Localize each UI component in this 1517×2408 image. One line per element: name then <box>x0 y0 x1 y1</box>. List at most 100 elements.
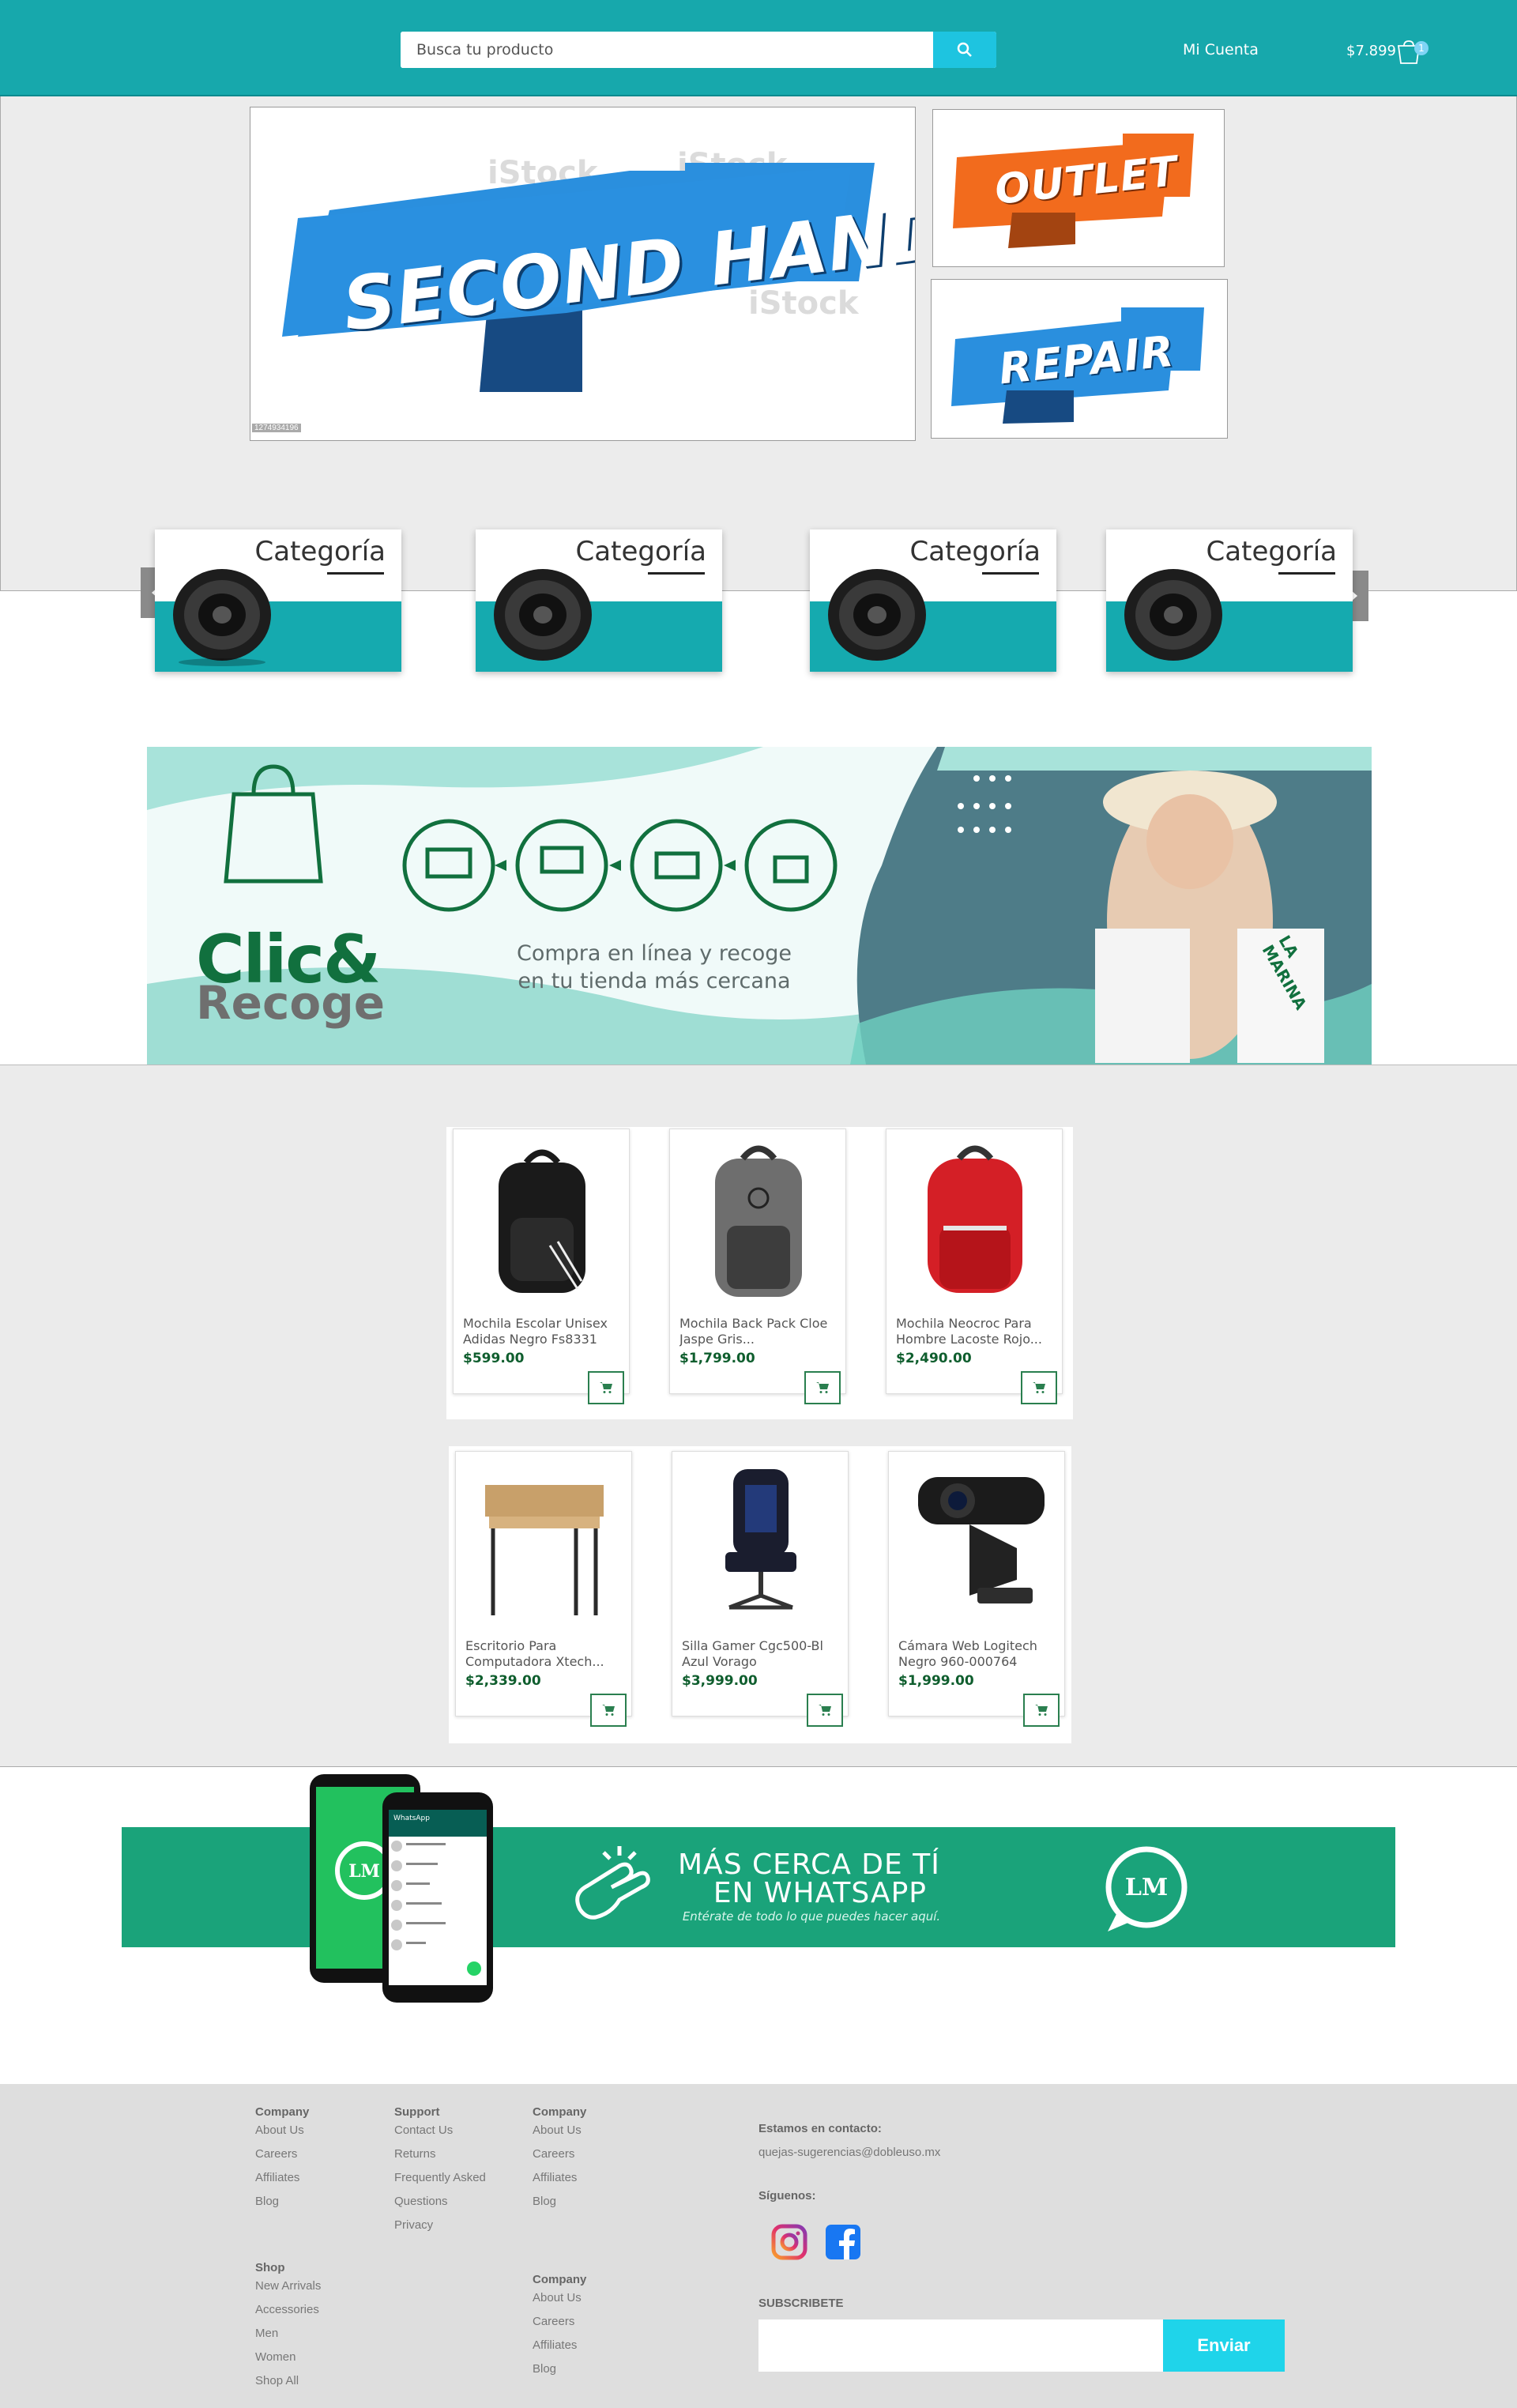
category-label: Categoría <box>909 536 1041 567</box>
subscribe-button[interactable]: Enviar <box>1163 2319 1285 2372</box>
product-card[interactable]: Mochila Neocroc Para Hombre Lacoste Rojo… <box>886 1129 1063 1404</box>
whatsapp-lm-logo-icon: LM <box>1105 1846 1188 1931</box>
product-card[interactable]: Mochila Back Pack Cloe Jaspe Gris... $1,… <box>669 1129 846 1404</box>
whatsapp-title-line2: EN WHATSAPP <box>713 1877 927 1909</box>
add-to-cart-button[interactable] <box>1021 1371 1057 1404</box>
whatsapp-app-title: WhatsApp <box>393 1814 430 1822</box>
add-to-cart-button[interactable] <box>588 1371 624 1404</box>
product-name: Cámara Web Logitech Negro 960-000764 <box>898 1638 1037 1669</box>
footer-link[interactable]: Careers <box>533 2142 586 2166</box>
category-card[interactable]: Categoría <box>155 529 401 672</box>
category-card[interactable]: Categoría <box>1106 529 1353 672</box>
product-price: $1,999.00 <box>898 1673 974 1689</box>
lm-logo-text: LM <box>348 1861 380 1882</box>
facebook-icon[interactable] <box>825 2224 861 2260</box>
category-card[interactable]: Categoría <box>810 529 1056 672</box>
footer-link[interactable]: Affiliates <box>533 2166 586 2190</box>
whatsapp-subtitle: Entérate de todo lo que puedes hacer aqu… <box>682 1909 941 1924</box>
backpack-image <box>928 1145 1022 1293</box>
speaker-image <box>1124 569 1222 661</box>
category-card[interactable]: Categoría <box>476 529 722 672</box>
subscribe-heading: SUBSCRIBETE <box>758 2297 844 2310</box>
footer-heading: Company <box>533 2273 587 2286</box>
outlet-banner[interactable]: OUTLET <box>932 109 1225 267</box>
chat-list-image <box>391 1841 481 1976</box>
product-price: $3,999.00 <box>682 1673 758 1689</box>
footer-link[interactable]: Affiliates <box>255 2166 309 2190</box>
second-hand-banner[interactable]: iStock iStock iStock SECOND HAND 1274934… <box>250 107 916 441</box>
account-link[interactable]: Mi Cuenta <box>1183 41 1259 58</box>
search-icon <box>957 42 972 57</box>
stock-id: 1274934196 <box>252 424 301 432</box>
footer-link[interactable]: Accessories <box>255 2298 321 2322</box>
gaming-chair-image <box>725 1469 796 1610</box>
add-to-cart-button[interactable] <box>804 1371 841 1404</box>
product-name: Escritorio Para Computadora Xtech... <box>465 1638 604 1669</box>
search-bar <box>401 32 996 68</box>
category-underline <box>982 572 1039 575</box>
whatsapp-title-line1: MÁS CERCA DE TÍ <box>678 1848 940 1881</box>
product-name: Mochila Neocroc Para Hombre Lacoste Rojo… <box>896 1316 1042 1347</box>
backpack-image <box>499 1149 585 1293</box>
footer-link[interactable]: About Us <box>533 2119 586 2142</box>
phone-front-screen: WhatsApp <box>389 1810 487 1985</box>
footer-link[interactable]: Questions <box>394 2190 486 2214</box>
backpack-image <box>715 1145 802 1297</box>
product-card[interactable]: Escritorio Para Computadora Xtech... $2,… <box>455 1451 632 1727</box>
footer-link[interactable]: About Us <box>533 2286 586 2310</box>
product-price: $2,490.00 <box>896 1351 972 1366</box>
category-underline <box>327 572 384 575</box>
footer-col-shop: Shop New Arrivals Accessories Men Women … <box>255 2261 321 2393</box>
phone-front: WhatsApp <box>382 1792 493 2003</box>
cart-icon <box>602 1705 615 1716</box>
footer-link[interactable]: New Arrivals <box>255 2274 321 2298</box>
footer-heading: Shop <box>255 2261 285 2274</box>
footer-link[interactable]: About Us <box>255 2119 309 2142</box>
product-card[interactable]: Silla Gamer Cgc500-Bl Azul Vorago $3,999… <box>672 1451 849 1727</box>
cart-icon <box>600 1382 612 1393</box>
footer-link[interactable]: Blog <box>533 2357 586 2381</box>
category-label: Categoría <box>1206 536 1337 567</box>
footer-link[interactable]: Frequently Asked <box>394 2166 486 2190</box>
repair-banner[interactable]: REPAIR <box>931 279 1228 439</box>
recoge-brand-text: Recoge <box>196 976 386 1030</box>
tagline-line2: en tu tienda más cercana <box>518 969 791 993</box>
follow-heading: Síguenos: <box>758 2189 816 2203</box>
footer-link[interactable]: Blog <box>533 2190 586 2214</box>
cart-icon <box>819 1705 831 1716</box>
product-name: Mochila Back Pack Cloe Jaspe Gris... <box>679 1316 828 1347</box>
search-button[interactable] <box>933 32 996 68</box>
footer-link[interactable]: Blog <box>255 2190 309 2214</box>
product-card[interactable]: Mochila Escolar Unisex Adidas Negro Fs83… <box>453 1129 630 1404</box>
footer-link[interactable]: Careers <box>533 2310 586 2334</box>
footer-link[interactable]: Privacy <box>394 2214 486 2237</box>
footer-link[interactable]: Shop All <box>255 2369 321 2393</box>
speaker-image <box>828 569 926 661</box>
cart-total: $7.899 <box>1346 43 1396 59</box>
category-label: Categoría <box>575 536 706 567</box>
whatsapp-title: MÁS CERCA DE TÍ EN WHATSAPP <box>678 1851 940 1908</box>
speaker-image <box>173 569 271 666</box>
cart-icon <box>1035 1705 1048 1716</box>
product-card[interactable]: Cámara Web Logitech Negro 960-000764 $1,… <box>888 1451 1065 1727</box>
product-name: Mochila Escolar Unisex Adidas Negro Fs83… <box>463 1316 608 1347</box>
contact-email[interactable]: quejas-sugerencias@dobleuso.mx <box>758 2141 940 2165</box>
footer-link[interactable]: Contact Us <box>394 2119 486 2142</box>
footer-link[interactable]: Women <box>255 2346 321 2369</box>
add-to-cart-button[interactable] <box>590 1694 627 1727</box>
footer-col-company-3: Company About Us Careers Affiliates Blog <box>533 2273 586 2381</box>
instagram-icon[interactable] <box>771 2224 807 2260</box>
subscribe-email-input[interactable] <box>758 2319 1163 2372</box>
footer-col-support: Support Contact Us Returns Frequently As… <box>394 2105 486 2237</box>
add-to-cart-button[interactable] <box>1023 1694 1060 1727</box>
clic-tagline: Compra en línea y recoge en tu tienda má… <box>488 940 820 995</box>
footer-link[interactable]: Men <box>255 2322 321 2346</box>
product-price: $1,799.00 <box>679 1351 755 1366</box>
search-input[interactable] <box>401 32 933 68</box>
footer-link[interactable]: Affiliates <box>533 2334 586 2357</box>
footer-heading: Company <box>255 2105 310 2119</box>
footer-link[interactable]: Returns <box>394 2142 486 2166</box>
add-to-cart-button[interactable] <box>807 1694 843 1727</box>
clic-recoge-banner[interactable]: Clic& Recoge Compra en línea y recoge en… <box>147 747 1372 1065</box>
footer-link[interactable]: Careers <box>255 2142 309 2166</box>
